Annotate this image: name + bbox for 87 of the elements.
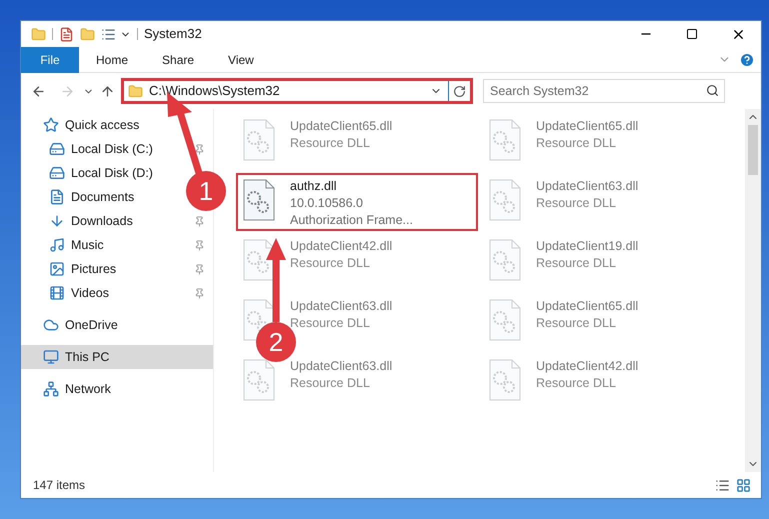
nav-label: Local Disk (D:) [71,164,153,182]
nav-item[interactable]: Downloads [21,209,213,233]
nav-label: Music [71,236,104,254]
address-path: C:\Windows\System32 [149,82,280,100]
nav-label: Downloads [71,212,133,230]
file-name: UpdateClient42.dll [536,358,638,375]
back-icon[interactable] [31,84,46,98]
item-count: 147 items [33,477,86,494]
scrollbar[interactable] [745,109,761,472]
dll-file-icon [488,238,522,282]
nav-label: Local Disk (C:) [71,140,153,158]
dll-file-icon [242,358,276,402]
search-icon [706,84,719,97]
file-detail: Resource DLL [290,135,371,152]
dll-file-icon [488,358,522,402]
nav-item[interactable]: Pictures [21,257,213,281]
network-icon [43,381,59,397]
maximize-icon [686,28,698,40]
file-detail: Resource DLL [536,375,617,392]
file-detail: Resource DLL [536,255,617,272]
file-detail: 10.0.10586.0 [290,195,364,212]
nav-item[interactable]: Local Disk (C:) [21,137,213,161]
nav-item[interactable]: Documents [21,185,142,209]
nav-item[interactable]: OneDrive [21,313,213,337]
music-note-icon [49,237,65,253]
file-detail: Resource DLL [290,255,371,272]
cloud-icon [43,317,59,333]
star-icon [43,117,59,133]
pin-icon[interactable] [194,264,205,274]
dll-file-icon [488,118,522,162]
picture-icon [49,261,65,277]
monitor-icon [43,349,59,365]
nav-item[interactable]: Local Disk (D:) [21,161,161,185]
file-name: UpdateClient65.dll [536,118,638,135]
film-icon [49,285,65,301]
dll-file-icon [242,178,276,222]
nav-label: This PC [65,348,110,366]
dll-file-icon [488,178,522,222]
nav-item[interactable]: Network [21,377,213,401]
pin-icon[interactable] [194,144,205,154]
dll-file-icon [242,118,276,162]
drive-icon [49,141,65,157]
ribbon-tab[interactable]: Home [81,46,144,72]
nav-item[interactable]: Videos [21,281,213,305]
file-detail: Resource DLL [290,375,371,392]
refresh-icon[interactable] [453,84,466,98]
pin-icon[interactable] [194,288,205,298]
ribbon-tab[interactable]: File [21,46,79,72]
list-icon[interactable] [101,26,116,42]
ribbon-tab[interactable]: Share [147,46,210,72]
file-detail: Resource DLL [536,315,617,332]
properties-icon[interactable] [59,26,74,42]
file-name: authz.dll [290,178,338,195]
ribbon-tab[interactable]: View [213,46,269,72]
file-name: UpdateClient65.dll [536,298,638,315]
document-icon [49,189,65,205]
file-name: UpdateClient63.dll [536,178,638,195]
file-name: UpdateClient65.dll [290,118,392,135]
scrollbar-thumb[interactable] [748,125,758,175]
nav-item[interactable]: Music [21,233,213,257]
file-tile[interactable]: authz.dll 10.0.10586.0 Authorization Frame... [236,173,478,231]
window-title: System32 [144,25,202,44]
drive-icon [49,165,65,181]
help-icon[interactable] [739,52,755,68]
file-detail: Resource DLL [536,195,617,212]
file-detail: Resource DLL [536,135,617,152]
nav-label: OneDrive [65,316,118,334]
nav-label: Pictures [71,260,116,278]
nav-item[interactable]: This PC [21,345,213,369]
file-name: UpdateClient63.dll [290,298,392,315]
search-field[interactable]: Search System32 [483,79,725,103]
file-name: UpdateClient19.dll [536,238,638,255]
dll-file-icon [488,298,522,342]
up-icon[interactable] [100,84,115,98]
pin-icon[interactable] [194,240,205,250]
address-bar[interactable]: C:\Windows\System32 [121,78,473,104]
file-name: UpdateClient42.dll [290,238,392,255]
nav-item[interactable]: Quick access [21,113,213,137]
nav-label: Quick access [65,116,140,134]
large-icons-view-icon[interactable] [736,478,751,492]
nav-label: Videos [71,284,109,302]
pin-icon[interactable] [194,216,205,226]
file-description: Authorization Frame... [290,212,413,229]
nav-label: Network [65,380,111,398]
folder-icon [128,84,143,98]
details-view-icon[interactable] [715,478,730,492]
nav-label: Documents [71,188,134,206]
